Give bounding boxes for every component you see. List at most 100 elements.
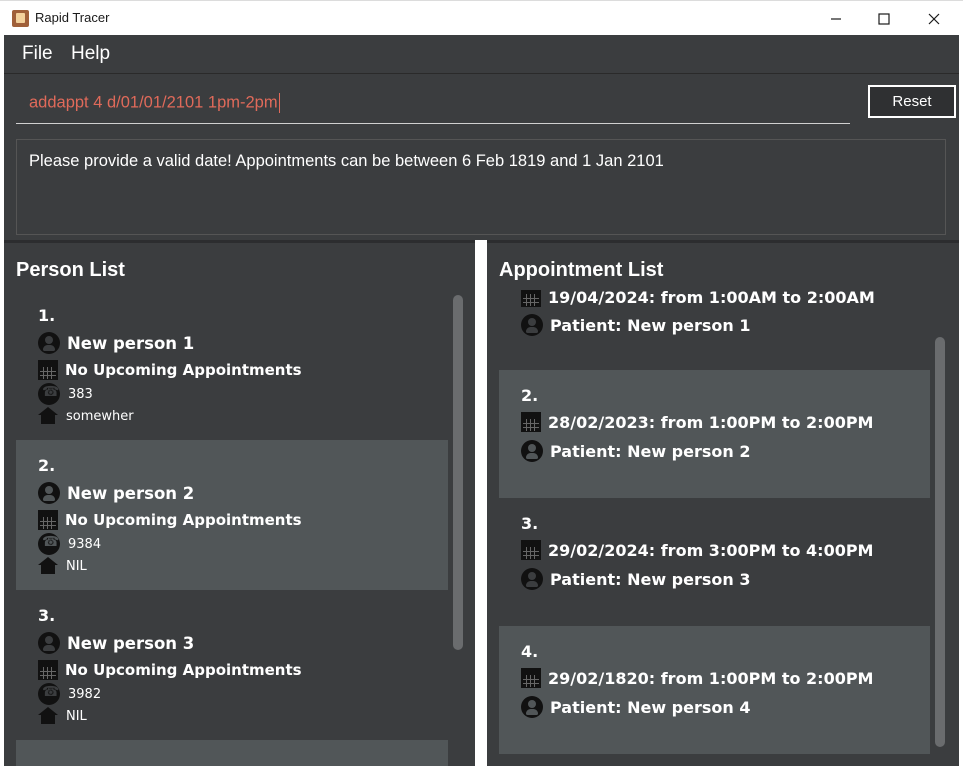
appointment-list-panel: Appointment List 19/04/2024: from 1:00AM… (487, 243, 959, 766)
phone-icon (38, 533, 60, 555)
person-appointments: No Upcoming Appointments (65, 661, 302, 679)
split-divider[interactable] (475, 240, 487, 766)
appointment-datetime: 29/02/2024: from 3:00PM to 4:00PM (548, 540, 874, 560)
person-address: NIL (66, 558, 87, 574)
calendar-icon (521, 290, 541, 307)
person-appointments-row: No Upcoming Appointments (38, 360, 302, 380)
reset-button[interactable]: Reset (868, 85, 956, 118)
calendar-icon (521, 668, 541, 688)
appointment-patient-row: Patient: New person 2 (521, 440, 750, 462)
appointment-datetime-row: 28/02/2023: from 1:00PM to 2:00PM (521, 412, 873, 432)
person-list-scroll-thumb[interactable] (453, 295, 463, 650)
person-icon (521, 440, 543, 462)
person-name: New person 3 (67, 633, 195, 653)
app-window: File Help addappt 4 d/01/01/2101 1pm-2pm… (4, 35, 959, 766)
home-icon (38, 557, 58, 575)
command-input[interactable]: addappt 4 d/01/01/2101 1pm-2pm (16, 87, 850, 124)
person-card[interactable]: 1. New person 1 No Upcoming Appointments… (16, 290, 448, 440)
person-icon (38, 632, 60, 654)
appointment-card[interactable]: 19/04/2024: from 1:00AM to 2:00AM Patien… (499, 290, 930, 369)
person-icon (38, 332, 60, 354)
appointment-patient-row: Patient: New person 4 (521, 696, 750, 718)
person-index: 3. (38, 606, 56, 625)
appointment-patient: Patient: New person 1 (550, 315, 751, 335)
person-list-scrollbar[interactable] (453, 295, 463, 650)
result-message: Please provide a valid date! Appointment… (29, 152, 664, 170)
calendar-icon (38, 660, 58, 680)
minimize-button[interactable] (811, 1, 861, 36)
appointment-patient: Patient: New person 2 (550, 441, 751, 461)
person-icon (521, 314, 543, 336)
home-icon (38, 407, 58, 425)
home-icon (38, 707, 58, 725)
app-icon (12, 10, 29, 27)
person-appointments-row: No Upcoming Appointments (38, 660, 302, 680)
appointment-datetime-row: 19/04/2024: from 1:00AM to 2:00AM (521, 290, 875, 307)
appointment-card[interactable]: 3. 29/02/2024: from 3:00PM to 4:00PM Pat… (499, 498, 930, 626)
person-phone-row: 3982 (38, 683, 101, 705)
calendar-icon (521, 540, 541, 560)
close-icon (928, 13, 940, 24)
result-display: Please provide a valid date! Appointment… (16, 139, 946, 235)
appointment-list-title: Appointment List (499, 259, 664, 281)
appointment-card[interactable]: 2. 28/02/2023: from 1:00PM to 2:00PM Pat… (499, 370, 930, 498)
person-icon (521, 696, 543, 718)
minimize-icon (831, 17, 841, 20)
maximize-button[interactable] (859, 1, 909, 36)
command-text: addappt 4 d/01/01/2101 1pm-2pm (29, 93, 278, 112)
person-address: NIL (66, 708, 87, 724)
person-card[interactable]: 2. New person 2 No Upcoming Appointments… (16, 440, 448, 590)
appointment-patient-row: Patient: New person 3 (521, 568, 750, 590)
calendar-icon (38, 510, 58, 530)
person-phone: 383 (68, 386, 93, 402)
person-name-row: New person 1 (38, 332, 194, 354)
appointment-patient: Patient: New person 3 (550, 569, 751, 589)
person-address-row: NIL (38, 557, 87, 575)
person-address-row: somewher (38, 407, 134, 425)
appointment-datetime: 19/04/2024: from 1:00AM to 2:00AM (548, 290, 875, 307)
person-index: 1. (38, 306, 56, 325)
appointment-index: 4. (521, 642, 539, 661)
person-card[interactable]: 3. New person 3 No Upcoming Appointments… (16, 590, 448, 740)
person-list-panel: Person List 1. New person 1 No Upcoming … (4, 243, 475, 766)
menu-bar: File Help (4, 35, 959, 74)
person-card-partial[interactable] (16, 740, 448, 766)
person-address: somewher (66, 408, 134, 424)
window-title: Rapid Tracer (35, 10, 110, 25)
menu-help[interactable]: Help (71, 43, 110, 65)
lists-area: Person List 1. New person 1 No Upcoming … (4, 240, 959, 766)
person-name: New person 1 (67, 333, 195, 353)
appointment-datetime-row: 29/02/1820: from 1:00PM to 2:00PM (521, 668, 873, 688)
text-caret (278, 93, 280, 113)
person-phone: 3982 (68, 686, 102, 702)
window-titlebar: Rapid Tracer (0, 0, 963, 36)
person-index: 2. (38, 456, 56, 475)
person-name-row: New person 3 (38, 632, 194, 654)
person-appointments: No Upcoming Appointments (65, 361, 302, 379)
person-address-row: NIL (38, 707, 87, 725)
calendar-icon (38, 360, 58, 380)
appointment-datetime-row: 29/02/2024: from 3:00PM to 4:00PM (521, 540, 873, 560)
appointment-datetime: 28/02/2023: from 1:00PM to 2:00PM (548, 412, 874, 432)
person-phone-row: 383 (38, 383, 93, 405)
appointment-list-scrollbar[interactable] (935, 337, 945, 747)
person-appointments: No Upcoming Appointments (65, 511, 302, 529)
close-button[interactable] (909, 1, 959, 36)
person-name-row: New person 2 (38, 482, 194, 504)
menu-file[interactable]: File (22, 43, 53, 65)
appointment-list-scroll-thumb[interactable] (935, 337, 945, 747)
person-icon (521, 568, 543, 590)
calendar-icon (521, 412, 541, 432)
maximize-icon (878, 12, 890, 25)
person-phone-row: 9384 (38, 533, 101, 555)
appointment-index: 3. (521, 514, 539, 533)
appointment-index: 2. (521, 386, 539, 405)
person-list-title: Person List (16, 259, 125, 281)
appointment-patient-row: Patient: New person 1 (521, 314, 750, 336)
person-appointments-row: No Upcoming Appointments (38, 510, 302, 530)
person-name: New person 2 (67, 483, 195, 503)
appointment-patient: Patient: New person 4 (550, 697, 751, 717)
appointment-card[interactable]: 4. 29/02/1820: from 1:00PM to 2:00PM Pat… (499, 626, 930, 754)
person-phone: 9384 (68, 536, 102, 552)
person-icon (38, 482, 60, 504)
